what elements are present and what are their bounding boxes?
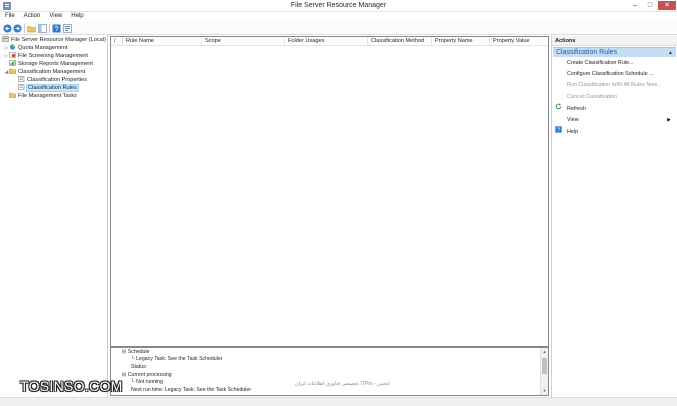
detail-text: Next run time: Legacy Task: See the Task…: [131, 387, 252, 393]
detail-text: Current processing: [127, 372, 172, 378]
detail-schedule-value: └ Legacy Task: See the Task Scheduler: [131, 356, 222, 363]
watermark-brand: TOSINSO.COM: [20, 378, 123, 394]
report-icon: [9, 60, 16, 66]
detail-text: Legacy Task: See the Task Scheduler: [136, 356, 223, 362]
close-button[interactable]: ✕: [658, 1, 676, 10]
minimize-button[interactable]: –: [629, 1, 641, 10]
help-icon: ?: [554, 126, 562, 137]
action-help[interactable]: ? Help: [554, 126, 674, 136]
action-label: Create Classification Rule...: [567, 60, 634, 66]
console-tree-icon[interactable]: [38, 24, 47, 33]
detail-next-run: Next run time: Legacy Task: See the Task…: [131, 387, 251, 394]
tree-item-classification-rules[interactable]: Classification Rules: [13, 84, 79, 92]
help-icon[interactable]: ?: [52, 24, 61, 33]
tree-item-file-management-tasks[interactable]: File Management Tasks: [4, 92, 77, 100]
action-cancel-classification: Cancel Classification: [554, 92, 674, 102]
quota-icon: [9, 44, 16, 50]
actions-pane: Actions Classification Rules ▲ Create Cla…: [551, 36, 677, 397]
window-title: File Server Resource Manager: [290, 2, 387, 9]
tree-item-storage-reports[interactable]: Storage Reports Management: [4, 60, 93, 68]
menu-file[interactable]: File: [1, 12, 19, 21]
column-header-folder-usages[interactable]: Folder Usages: [285, 37, 368, 46]
action-label: Configure Classification Schedule ...: [567, 71, 654, 77]
action-refresh[interactable]: Refresh: [554, 103, 674, 113]
action-label: View: [567, 117, 579, 123]
collapse-icon[interactable]: ⊟: [122, 349, 126, 355]
detail-text: Schedule: [127, 349, 150, 355]
server-icon: [2, 36, 9, 42]
toolbar-separator: [24, 24, 25, 33]
action-label: Run Classification With All Rules Now...: [567, 82, 662, 88]
toolbar-separator: [49, 24, 50, 33]
tree-item-file-screening[interactable]: ▷ File Screening Management: [4, 52, 88, 60]
column-header-sort[interactable]: /: [111, 37, 123, 46]
maximize-button[interactable]: □: [644, 1, 656, 10]
menu-help[interactable]: Help: [67, 12, 87, 21]
detail-schedule[interactable]: ⊟ Schedule: [122, 349, 149, 356]
detail-processing-value: └ Not running: [131, 379, 163, 386]
svg-text:?: ?: [556, 128, 559, 133]
grid-header: / Rule Name Scope Folder Usages Classifi…: [111, 37, 548, 46]
actions-section-classification-rules[interactable]: Classification Rules ▲: [553, 47, 676, 57]
watermark-caption: تخصصی فناوری اطلاعات ایران ITPro - انجمن: [295, 381, 390, 387]
column-header-rule-name[interactable]: Rule Name: [123, 37, 202, 46]
menu-view[interactable]: View: [45, 12, 66, 21]
scroll-thumb[interactable]: [542, 358, 547, 374]
toolbar: ?: [0, 22, 677, 35]
tree-item-classification-management[interactable]: ◢ Classification Management: [4, 68, 85, 76]
classification-folder-icon: [9, 68, 16, 74]
detail-text: Not running: [136, 379, 163, 385]
action-create-classification-rule[interactable]: Create Classification Rule...: [554, 58, 674, 68]
column-header-property-value[interactable]: Property Value: [490, 37, 548, 46]
tree-item-label: Classification Properties: [27, 77, 88, 83]
file-screen-icon: [9, 52, 16, 58]
actions-header: Actions: [552, 36, 677, 46]
menu-action[interactable]: Action: [20, 12, 45, 21]
column-header-property-name[interactable]: Property Name: [432, 37, 490, 46]
scroll-down-icon[interactable]: ▼: [541, 387, 548, 394]
properties-icon[interactable]: [63, 24, 72, 33]
status-bar: [0, 397, 677, 406]
column-header-scope[interactable]: Scope: [202, 37, 285, 46]
menu-bar: File Action View Help: [0, 12, 677, 22]
action-configure-schedule[interactable]: Configure Classification Schedule ...: [554, 69, 674, 79]
action-label: Cancel Classification: [567, 94, 618, 100]
folder-up-icon[interactable]: [27, 24, 36, 33]
title-bar: File Server Resource Manager – □ ✕: [0, 0, 677, 12]
collapse-caret-icon[interactable]: ▲: [668, 48, 673, 58]
refresh-icon: [554, 103, 562, 114]
back-arrow-icon[interactable]: [3, 24, 12, 33]
detail-text: Status:: [131, 364, 148, 370]
forward-arrow-icon[interactable]: [13, 24, 22, 33]
rules-list-view[interactable]: / Rule Name Scope Folder Usages Classifi…: [110, 36, 549, 347]
tree-item-classification-properties[interactable]: Classification Properties: [13, 76, 87, 84]
details-pane: ⊟ Schedule └ Legacy Task: See the Task S…: [110, 347, 549, 396]
tree-item-quota-management[interactable]: ▷ Quota Management: [4, 44, 67, 52]
actions-section-label: Classification Rules: [556, 49, 618, 56]
rules-list-icon: [18, 84, 25, 90]
tasks-icon: [9, 92, 16, 98]
tree-item-label: Classification Management: [18, 69, 86, 75]
tree-root[interactable]: File Server Resource Manager (Local): [2, 36, 106, 44]
action-label: Help: [567, 129, 579, 135]
detail-status: Status:: [131, 364, 147, 371]
tree-item-label: File Management Tasks: [18, 93, 77, 99]
column-header-classification-method[interactable]: Classification Method: [368, 37, 432, 46]
tree-item-label: Storage Reports Management: [18, 61, 93, 67]
action-run-classification: Run Classification With All Rules Now...: [554, 80, 674, 90]
details-scrollbar[interactable]: ▲ ▼: [540, 348, 548, 395]
properties-list-icon: [18, 76, 25, 82]
console-tree: File Server Resource Manager (Local) ▷ Qu…: [0, 35, 108, 397]
detail-current-processing[interactable]: ⊟ Current processing: [122, 372, 172, 379]
tree-item-label: Classification Rules: [26, 84, 79, 92]
tree-root-label: File Server Resource Manager (Local): [11, 37, 106, 43]
svg-text:?: ?: [55, 26, 59, 33]
action-label: Refresh: [567, 106, 586, 112]
scroll-up-icon[interactable]: ▲: [541, 348, 548, 355]
action-view[interactable]: View ▶: [554, 115, 674, 125]
tree-item-label: File Screening Management: [18, 53, 88, 59]
submenu-arrow-icon: ▶: [667, 117, 671, 123]
tree-item-label: Quota Management: [18, 45, 68, 51]
